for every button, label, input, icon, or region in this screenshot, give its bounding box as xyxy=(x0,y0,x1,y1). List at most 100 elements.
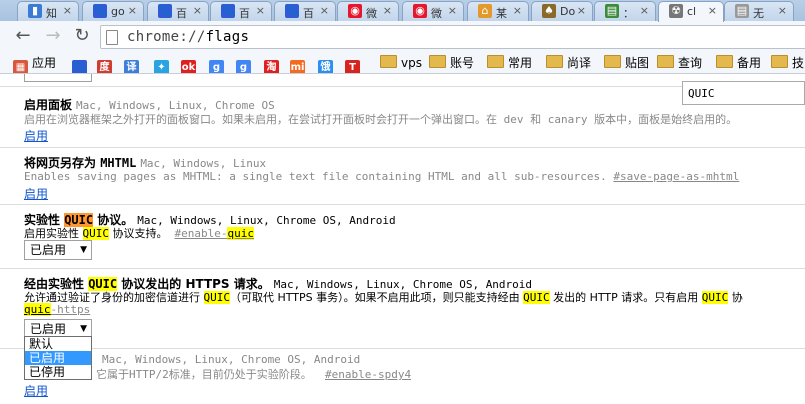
enable-link[interactable]: 启用 xyxy=(24,127,48,144)
tab-title: Do xyxy=(560,5,576,18)
bookmark-item[interactable]: ok xyxy=(181,54,196,73)
folder-icon xyxy=(716,55,733,68)
close-icon[interactable]: × xyxy=(256,4,265,17)
bookmark-item[interactable]: 常用 xyxy=(487,54,532,72)
bookmark-item[interactable]: mi xyxy=(290,54,305,73)
back-arrow-icon[interactable]: ← xyxy=(12,25,34,47)
bookmark-item[interactable]: g xyxy=(236,54,251,73)
close-icon[interactable]: × xyxy=(63,4,72,17)
bookmark-item[interactable]: 译 xyxy=(124,54,139,73)
bookmark-label: 贴图 xyxy=(625,56,650,70)
bookmark-item[interactable]: T xyxy=(345,54,360,73)
close-icon[interactable]: × xyxy=(193,4,202,17)
find-bar[interactable]: QUIC xyxy=(682,81,805,105)
experiment-name-prefix: 将网页另存为 xyxy=(24,156,101,170)
bookmark-item[interactable]: 度 xyxy=(97,54,112,73)
description-highlight-3: QUIC xyxy=(701,291,729,304)
bookmark-item[interactable]: 账号 xyxy=(429,54,474,72)
close-icon[interactable]: × xyxy=(577,4,586,17)
find-input[interactable]: QUIC xyxy=(688,87,715,100)
experiment-hash-link[interactable]: quic-https xyxy=(24,303,90,316)
experiment-quic: 实验性 QUIC 协议。 Mac, Windows, Linux, Chrome … xyxy=(0,205,805,269)
browser-tab[interactable]: ▤ 无 × xyxy=(724,1,794,21)
paw-icon: 🐾 xyxy=(158,4,172,18)
browser-tab[interactable]: ⌂ 某 × xyxy=(467,1,529,21)
paw-icon: 🐾 xyxy=(221,4,235,18)
acorn-icon: ♠ xyxy=(542,4,556,18)
bookmark-item[interactable]: 🐾 xyxy=(72,54,87,73)
browser-tab[interactable]: ◉ 微 × xyxy=(337,1,399,21)
experiment-platforms: Mac, Windows, Linux xyxy=(140,157,267,170)
browser-tab[interactable]: ◉ 微 × xyxy=(402,1,464,21)
experiment-name-code: MHTML xyxy=(100,156,137,170)
browser-tab[interactable]: 🐾 百 × xyxy=(147,1,209,21)
browser-tab[interactable]: 🐾 go × xyxy=(82,1,144,21)
quic-https-dropdown[interactable]: 默认 已启用 已停用 xyxy=(24,336,92,380)
bookmark-item[interactable]: g xyxy=(209,54,224,73)
url-text: chrome://flags xyxy=(127,29,249,45)
tab-title: 百 xyxy=(176,7,187,20)
paw-icon: 🐾 xyxy=(93,4,107,18)
description-highlight: QUIC xyxy=(82,227,109,240)
hash-highlight: quic xyxy=(227,227,254,240)
close-icon[interactable]: × xyxy=(708,4,717,17)
bookmark-item[interactable]: vps xyxy=(380,54,422,72)
bookmark-item[interactable]: ✦ xyxy=(154,54,169,73)
close-icon[interactable]: × xyxy=(778,4,787,17)
weibo-icon: ◉ xyxy=(413,4,427,18)
enable-link[interactable]: 启用 xyxy=(24,382,48,399)
bookmark-label: 查询 xyxy=(678,56,703,70)
browser-tab[interactable]: ☢ cl × xyxy=(658,1,724,22)
bookmark-item[interactable]: 饿 xyxy=(318,54,333,73)
previous-select[interactable] xyxy=(24,74,92,82)
experiment-hash-link[interactable]: #enable-quic xyxy=(175,227,254,240)
browser-tab[interactable]: 🐾 百 × xyxy=(210,1,272,21)
bookmark-label: 应用 xyxy=(32,56,57,70)
bookmark-item[interactable]: 贴图 xyxy=(604,54,649,72)
bookmark-item[interactable]: 备用 xyxy=(716,54,761,72)
page-icon: ▤ xyxy=(735,4,749,18)
enable-link[interactable]: 启用 xyxy=(24,185,48,202)
bookmark-item[interactable]: ▦ 应用 xyxy=(13,54,57,73)
quic-state-select[interactable]: 已启用 ▼ xyxy=(24,240,92,260)
translate-icon: 译 xyxy=(124,60,139,73)
ok-icon: ok xyxy=(181,60,196,73)
bookmarks-bar: ▦ 应用 🐾 度译 ✦ ok g g 淘 mi 饿 Tvps 账号 常用 尚译 贴图 查询 备用技 xyxy=(0,53,805,74)
dropdown-option[interactable]: 已启用 xyxy=(25,351,91,365)
experiment-hash-link[interactable]: #enable-spdy4 xyxy=(325,368,411,381)
experiment-hash-link[interactable]: #save-page-as-mhtml xyxy=(613,170,739,183)
radiation-icon: ☢ xyxy=(669,4,683,18)
tab-title: 百 xyxy=(239,7,250,20)
reload-icon[interactable]: ↻ xyxy=(71,25,93,47)
browser-tab[interactable]: ♠ Do × xyxy=(531,1,593,21)
bookmark-item[interactable]: 尚译 xyxy=(546,54,591,72)
tab-title: 知 xyxy=(46,7,57,20)
address-bar[interactable]: chrome://flags xyxy=(100,25,805,49)
mi-icon: mi xyxy=(290,60,305,73)
dropdown-option[interactable]: 已停用 xyxy=(25,365,91,379)
dropdown-option[interactable]: 默认 xyxy=(25,337,91,351)
description-part4: 协 xyxy=(728,291,743,304)
url-scheme: chrome:// xyxy=(127,29,206,45)
tab-title: go xyxy=(111,5,125,18)
bookmark-label: 账号 xyxy=(450,56,475,70)
bookmark-item[interactable]: 淘 xyxy=(264,54,279,73)
browser-tab[interactable]: 🐾 百 × xyxy=(274,1,336,21)
folder-icon xyxy=(604,55,621,68)
tab-title: 百 xyxy=(303,7,314,20)
paw-icon: 🐾 xyxy=(285,4,299,18)
browser-tab[interactable]: ▮ 知 × xyxy=(17,1,79,21)
tab-title: 某 xyxy=(496,7,507,20)
close-icon[interactable]: × xyxy=(513,4,522,17)
close-icon[interactable]: × xyxy=(640,4,649,17)
close-icon[interactable]: × xyxy=(448,4,457,17)
close-icon[interactable]: × xyxy=(383,4,392,17)
close-icon[interactable]: × xyxy=(128,4,137,17)
forward-arrow-icon[interactable]: → xyxy=(42,25,64,47)
bookmark-label: 备用 xyxy=(737,56,762,70)
google-icon: g xyxy=(209,60,224,73)
bookmark-item[interactable]: 技 xyxy=(771,54,804,72)
close-icon[interactable]: × xyxy=(320,4,329,17)
bookmark-item[interactable]: 查询 xyxy=(657,54,702,72)
browser-tab[interactable]: ▤ ： × xyxy=(594,1,656,21)
